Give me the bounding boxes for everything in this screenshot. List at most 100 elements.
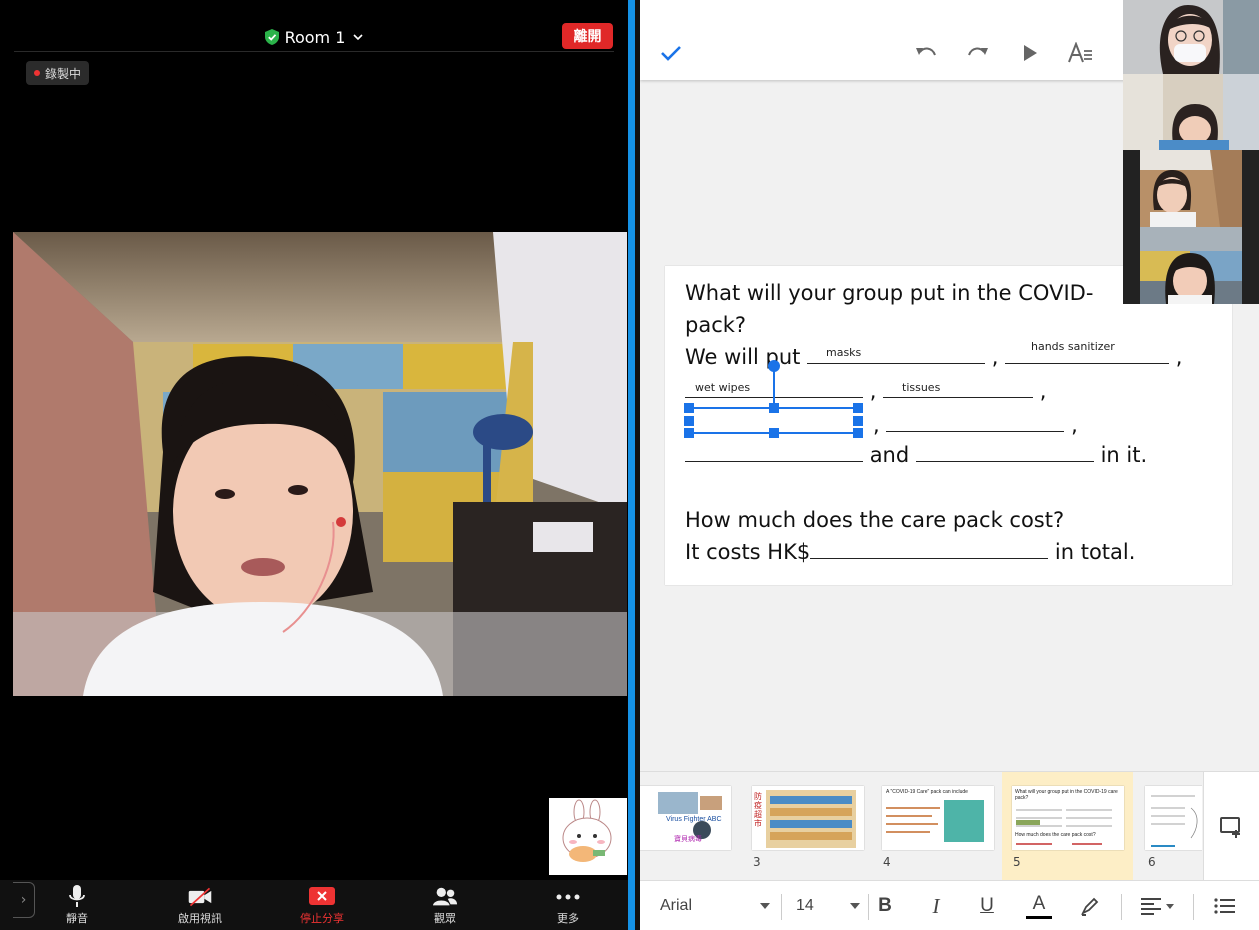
slide-thumbnail-image: Virus Fighter ABC 寶貝病毒 [640, 786, 731, 850]
slide-number: 3 [753, 855, 761, 869]
answer-label-hands-sanitizer[interactable]: hands sanitizer [1031, 340, 1115, 353]
slide-thumb-subtitle: 寶貝病毒 [674, 835, 702, 843]
redo-button[interactable] [965, 40, 991, 66]
slide-cost-answer[interactable]: It costs HK$ in total. [685, 539, 1135, 565]
text-color-button[interactable]: A [1024, 881, 1054, 930]
bulleted-list-button[interactable] [1210, 881, 1240, 930]
mute-button[interactable]: 靜音 [42, 884, 112, 928]
comma: , [991, 345, 999, 369]
resize-handle[interactable] [853, 403, 863, 413]
slide-answer-line-3[interactable]: , , [873, 412, 1078, 438]
slide-answer-line-4[interactable]: and in it. [685, 442, 1147, 468]
slide-number: 6 [1148, 855, 1156, 869]
microphone-icon [64, 884, 90, 910]
resize-handle[interactable] [684, 428, 694, 438]
answer-label-tissues[interactable]: tissues [902, 381, 940, 394]
slide-thumbnail-4[interactable]: A "COVID-19 Care" pack can include 4 [880, 772, 1002, 881]
align-dropdown[interactable] [1137, 881, 1177, 930]
leave-button[interactable]: 離開 [562, 23, 613, 49]
participants-button[interactable]: 觀眾 [410, 884, 480, 928]
new-slide-button[interactable] [1203, 772, 1259, 881]
in-it-text: in it. [1100, 443, 1148, 467]
recording-badge[interactable]: 錄製中 [26, 61, 90, 85]
resize-handle[interactable] [769, 428, 779, 438]
start-video-button[interactable]: 啟用視訊 [165, 884, 235, 928]
underline-button[interactable]: U [972, 881, 1002, 930]
participant-video[interactable] [13, 232, 627, 696]
slide-question-line-2: pack? [685, 313, 747, 337]
slide-thumbnail-image: A "COVID-19 Care" pack can include [882, 786, 994, 850]
undo-icon [916, 47, 936, 56]
font-size-value: 14 [796, 897, 814, 914]
slide-thumb-title: 防疫超市 [754, 792, 762, 828]
text-format-button[interactable] [1067, 40, 1093, 66]
resize-handle[interactable] [853, 428, 863, 438]
screen-share-divider[interactable] [628, 0, 635, 930]
slide-thumb-title: Virus Fighter ABC [666, 816, 722, 823]
italic-button[interactable]: I [921, 881, 951, 930]
slide-question-line-1: What will your group put in the COVID- [685, 281, 1094, 305]
divider [14, 51, 614, 52]
done-button[interactable] [658, 40, 684, 66]
font-family-dropdown[interactable]: Arial [660, 881, 770, 930]
resize-handle[interactable] [853, 416, 863, 426]
checkmark-icon [661, 46, 681, 61]
meeting-toolbar: › 靜音 啟用視訊 停止分享 觀眾 更多 [0, 880, 628, 930]
resize-handle[interactable] [769, 403, 779, 413]
undo-button[interactable] [913, 40, 939, 66]
participant-tile-image [1140, 150, 1242, 227]
slide-thumbnail-image [1145, 786, 1202, 850]
divider [1121, 894, 1122, 920]
resize-handle[interactable] [684, 403, 694, 413]
redo-icon [968, 47, 988, 56]
comma: , [869, 379, 877, 403]
cost-prefix: It costs HK$ [685, 540, 811, 564]
participant-tile-image [1123, 0, 1259, 74]
screen: Room 1 離開 錄製中 › 靜音 啟用視訊 停止分享 觀眾 更多 What … [0, 0, 1259, 930]
slide-number: 5 [1013, 855, 1021, 869]
format-toolbar: Arial 14 B I U A [640, 880, 1259, 930]
slide-thumbnail-image: What will your group put in the COVID-19… [1012, 786, 1124, 850]
slide-thumbnail-6[interactable]: 6 [1140, 772, 1202, 881]
more-button[interactable]: 更多 [533, 884, 603, 928]
slide-thumbnail-3[interactable]: 防疫超市 3 [750, 772, 872, 881]
answer-blank [685, 444, 863, 462]
people-icon [432, 884, 458, 910]
stop-share-button[interactable]: 停止分享 [287, 884, 357, 928]
stop-share-label: 停止分享 [300, 912, 344, 925]
underline-icon: U [980, 895, 994, 916]
comma: , [1039, 379, 1047, 403]
participant-tile[interactable] [1123, 74, 1259, 150]
highlight-button[interactable] [1075, 881, 1105, 930]
room-selector[interactable]: Room 1 [0, 26, 628, 48]
slide-thumbnail-5[interactable]: What will your group put in the COVID-19… [1010, 772, 1132, 881]
slide-thumbnail-2[interactable]: Virus Fighter ABC 寶貝病毒 [640, 772, 760, 881]
bold-button[interactable]: B [870, 881, 900, 930]
present-button[interactable] [1017, 40, 1043, 66]
bold-icon: B [878, 895, 892, 916]
participant-tile[interactable] [1140, 150, 1242, 227]
slides-editor: What will your group put in the COVID- p… [640, 0, 1259, 930]
comma: , [1071, 413, 1078, 437]
video-off-icon [187, 884, 213, 910]
slide-cost-question: How much does the care pack cost? [685, 508, 1065, 532]
ellipsis-icon [555, 884, 581, 910]
align-left-icon [1141, 898, 1161, 915]
play-icon [1024, 45, 1037, 61]
answer-label-wet-wipes[interactable]: wet wipes [695, 381, 750, 394]
answer-label-masks[interactable]: masks [826, 346, 861, 359]
font-size-dropdown[interactable]: 14 [796, 881, 860, 930]
answer-prefix: We will put [685, 345, 801, 369]
participant-tile[interactable] [1140, 227, 1242, 304]
slide-canvas[interactable]: What will your group put in the COVID- p… [665, 266, 1232, 585]
participant-tile[interactable] [1123, 0, 1259, 74]
expand-toolbar-button[interactable]: › [13, 882, 35, 918]
rotate-handle[interactable] [768, 360, 780, 372]
self-view-thumbnail[interactable] [549, 798, 627, 875]
participant-video-frame [13, 232, 627, 696]
slide-number: 4 [883, 855, 891, 869]
resize-handle[interactable] [684, 416, 694, 426]
participant-tile-image [1140, 227, 1242, 304]
text-color-icon: A [1032, 892, 1046, 914]
participant-tile-image [1123, 74, 1259, 150]
